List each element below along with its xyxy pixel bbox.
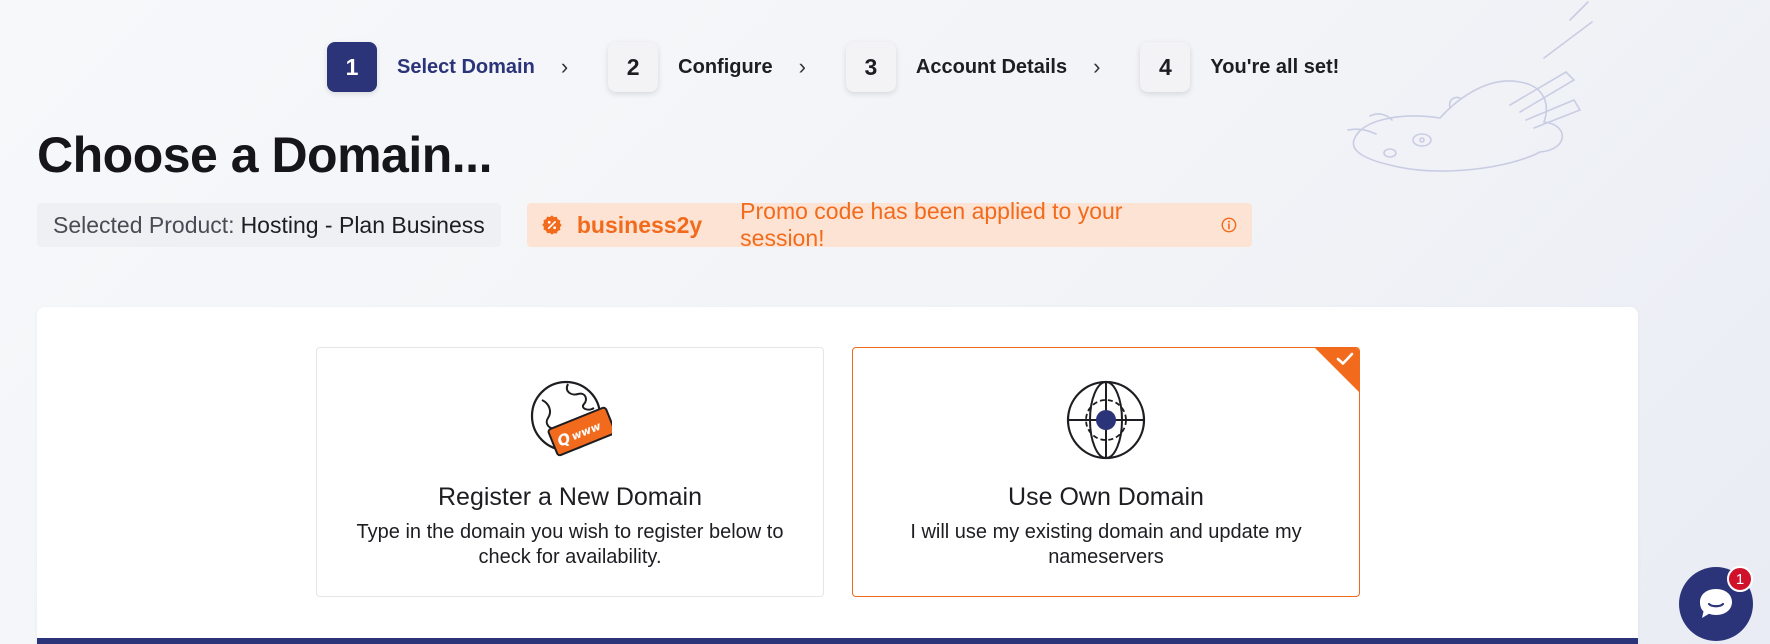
globe-target-icon — [1066, 380, 1146, 460]
option-title: Use Own Domain — [1008, 483, 1204, 511]
step-label: Configure — [678, 55, 773, 78]
bottom-bar — [37, 638, 1638, 644]
step-configure[interactable]: 2 Configure — [608, 42, 773, 92]
chat-unread-badge: 1 — [1727, 566, 1753, 592]
checkout-stepper: 1 Select Domain › 2 Configure › 3 Accoun… — [327, 42, 1339, 92]
option-use-own-domain[interactable]: Use Own Domain I will use my existing do… — [852, 347, 1360, 597]
info-icon[interactable] — [1220, 216, 1238, 234]
decorative-illustration — [1347, 1, 1593, 172]
selected-product: Selected Product: Hosting - Plan Busines… — [37, 203, 501, 247]
selected-product-label: Selected Product: — [53, 211, 235, 238]
step-number: 3 — [845, 42, 896, 92]
step-number: 4 — [1140, 42, 1191, 92]
promo-code: business2y — [576, 211, 703, 238]
option-register-new-domain[interactable]: Q www Register a New Domain Type in the … — [316, 347, 824, 597]
promo-message: Promo code has been applied to your sess… — [740, 198, 1123, 251]
chat-icon — [1700, 589, 1732, 618]
page-title: Choose a Domain... — [37, 127, 492, 183]
step-label: Select Domain — [397, 55, 535, 78]
step-number: 1 — [327, 42, 377, 92]
option-title: Register a New Domain — [438, 483, 702, 511]
chevron-right-icon: › — [560, 54, 569, 79]
chevron-right-icon: › — [1093, 54, 1101, 79]
step-number: 2 — [608, 42, 659, 92]
selected-product-value: Hosting - Plan Business — [240, 211, 485, 238]
promo-notice: business2y Promo code has been applied t… — [527, 198, 1252, 251]
step-select-domain[interactable]: 1 Select Domain — [327, 42, 535, 92]
step-all-set[interactable]: 4 You're all set! — [1140, 42, 1339, 92]
option-description: I will use my existing domain and update… — [910, 521, 1302, 568]
chevron-right-icon: › — [798, 54, 806, 79]
badge-percent-icon — [542, 215, 562, 235]
checkmark-icon — [1336, 352, 1354, 365]
domain-options-panel: Q www Register a New Domain Type in the … — [37, 307, 1638, 644]
step-account-details[interactable]: 3 Account Details — [845, 42, 1068, 92]
option-description: Type in the domain you wish to register … — [356, 521, 784, 568]
globe-www-icon: Q www — [530, 380, 616, 457]
step-label: Account Details — [915, 55, 1068, 78]
step-label: You're all set! — [1210, 55, 1340, 78]
